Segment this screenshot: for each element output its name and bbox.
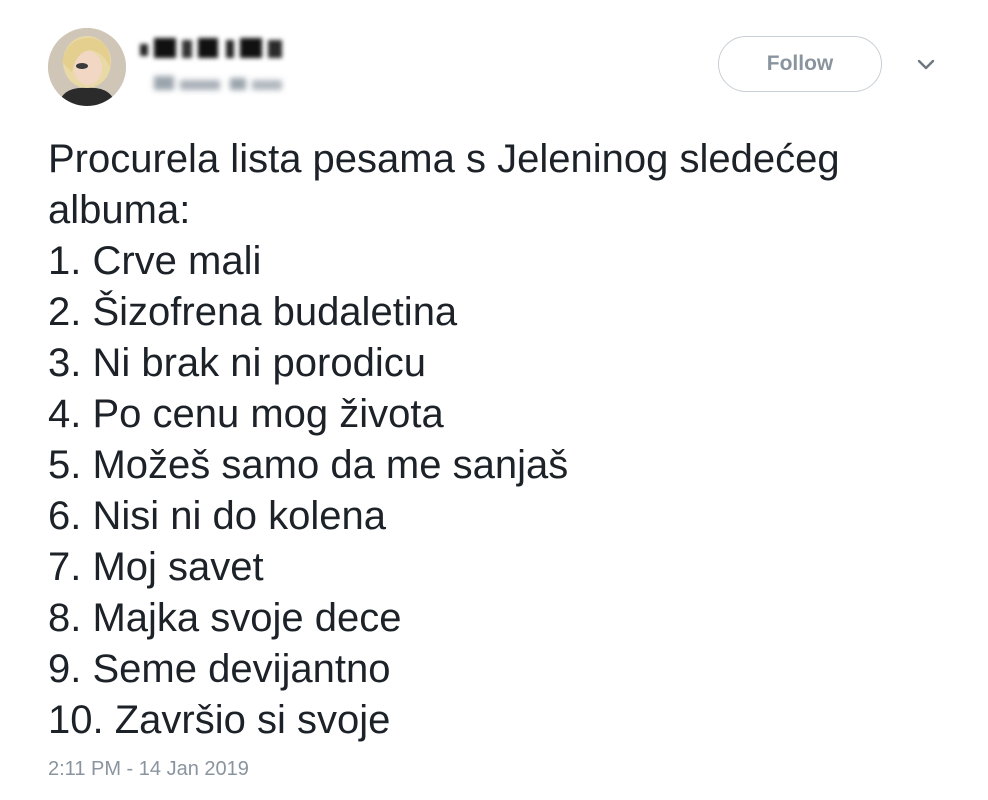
tweet-timestamp[interactable]: 2:11 PM - 14 Jan 2019	[48, 758, 249, 781]
username-redacted	[150, 72, 290, 94]
tweet-list-item: 9. Seme devijantno	[48, 647, 391, 691]
follow-button[interactable]: Follow	[718, 36, 882, 92]
tweet-list-item: 5. Možeš samo da me sanjaš	[48, 443, 569, 487]
tweet-text: Procurela lista pesama s Jeleninog slede…	[48, 134, 948, 746]
author-avatar[interactable]	[48, 28, 126, 106]
tweet-list-item: 7. Moj savet	[48, 545, 264, 589]
tweet-list-item: 10. Završio si svoje	[48, 698, 391, 742]
tweet-text-line: Procurela lista pesama s Jeleninog slede…	[48, 137, 840, 181]
chevron-down-icon[interactable]	[914, 56, 938, 74]
display-name-redacted	[140, 36, 290, 62]
tweet-list-item: 2. Šizofrena budaletina	[48, 290, 458, 334]
tweet-text-line: albuma:	[48, 188, 191, 232]
tweet-card: Follow Procurela lista pesama s Jelenino…	[0, 0, 988, 800]
tweet-list-item: 4. Po cenu mog života	[48, 392, 444, 436]
tweet-list-item: 8. Majka svoje dece	[48, 596, 402, 640]
tweet-list-item: 3. Ni brak ni porodicu	[48, 341, 426, 385]
avatar-image	[48, 28, 126, 106]
tweet-list-item: 1. Crve mali	[48, 239, 262, 283]
tweet-list-item: 6. Nisi ni do kolena	[48, 494, 386, 538]
